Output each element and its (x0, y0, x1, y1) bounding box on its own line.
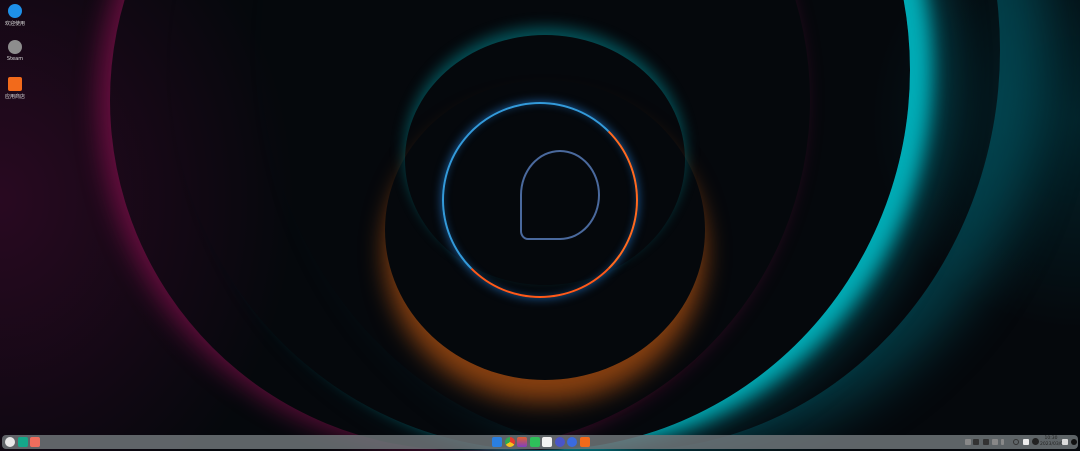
wifi-icon[interactable] (983, 439, 989, 445)
trash-icon[interactable] (1062, 439, 1068, 445)
bluetooth-icon[interactable] (992, 439, 998, 445)
search-icon[interactable] (1013, 439, 1019, 445)
desktop-icon-welcome[interactable]: 欢迎使用 (3, 4, 27, 27)
settings-icon[interactable] (555, 437, 565, 447)
clock-date: 2023/03/01 (1040, 442, 1066, 447)
desktop-icon-app-store[interactable]: 应用商店 (3, 77, 27, 100)
desktop-wallpaper (0, 0, 1080, 451)
welcome-icon (8, 4, 22, 18)
desktop-icon-label: 欢迎使用 (4, 21, 25, 27)
music-icon[interactable] (530, 437, 540, 447)
keyboard-icon[interactable] (965, 439, 971, 445)
image-viewer-icon[interactable] (517, 437, 527, 447)
desktop-icon-steam[interactable]: Steam (3, 40, 27, 62)
file-manager-icon[interactable] (492, 437, 502, 447)
app-store-icon[interactable] (580, 437, 590, 447)
clock[interactable]: 10:30 2023/03/01 (1040, 436, 1066, 448)
desktop-icon-label: 应用商店 (4, 94, 25, 100)
launcher-icon[interactable] (5, 437, 15, 447)
multitask-view-icon[interactable] (18, 437, 28, 447)
volume-icon[interactable] (973, 439, 979, 445)
workspace-icon[interactable] (30, 437, 40, 447)
steam-icon (8, 40, 22, 54)
taskbar: 10:30 2023/03/01 (2, 435, 1078, 449)
power-icon[interactable] (1032, 438, 1039, 445)
chevron-right-icon[interactable] (1001, 439, 1004, 445)
text-editor-icon[interactable] (542, 437, 552, 447)
deepin-logo-inner (520, 150, 600, 240)
browser-icon[interactable] (567, 437, 577, 447)
chrome-icon[interactable] (505, 437, 515, 447)
show-desktop-icon[interactable] (1071, 439, 1077, 445)
notification-icon[interactable] (1023, 439, 1029, 445)
app-store-icon (8, 77, 22, 91)
desktop-icon-label: Steam (6, 56, 24, 62)
